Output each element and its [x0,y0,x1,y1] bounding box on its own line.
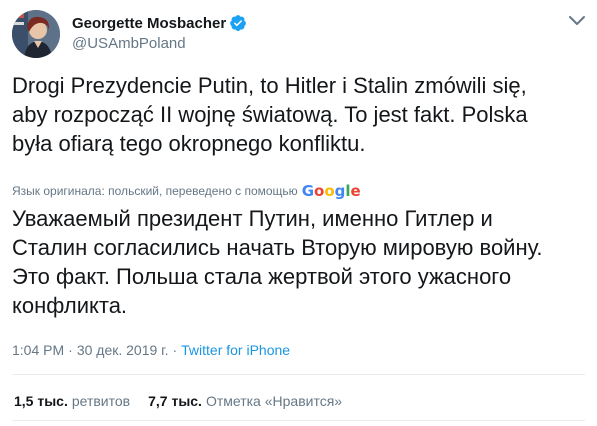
tweet-meta: 1:04 PM · 30 дек. 2019 г. · Twitter for … [12,342,290,358]
tweet-card: Georgette Mosbacher @USAmbPoland Drogi P… [0,0,597,426]
translated-text-line: Это факт. Польша стала жертвой этого ужа… [12,264,512,289]
verified-badge-icon [229,14,247,32]
divider [12,420,585,421]
author-names: Georgette Mosbacher @USAmbPoland [72,13,247,52]
tweet-source-link[interactable]: Twitter for iPhone [181,342,290,358]
tweet-text-line: Drogi Prezydencie Putin, to Hitler i Sta… [12,73,527,98]
translation-meta-label: Язык оригинала: польский, переведено с п… [12,184,298,198]
tweet-time[interactable]: 1:04 PM [12,342,64,358]
translated-text-line: Уважаемый президент Путин, именно Гитлер… [12,206,493,231]
author-handle[interactable]: @USAmbPoland [72,35,247,52]
display-name[interactable]: Georgette Mosbacher [72,15,226,32]
retweets-count: 1,5 тыс. [14,393,68,409]
tweet-text: Drogi Prezydencie Putin, to Hitler i Sta… [12,71,587,158]
likes-stat[interactable]: 7,7 тыс. Отметка «Нравится» [148,393,342,409]
likes-count: 7,7 тыс. [148,393,202,409]
retweets-label: ретвитов [71,393,131,409]
translated-text: Уважаемый президент Путин, именно Гитлер… [12,204,587,320]
translated-text-line: Сталин согласились начать Вторую мировую… [12,235,543,260]
meta-separator: · [68,342,73,358]
tweet-date[interactable]: 30 дек. 2019 г. [77,342,169,358]
avatar[interactable] [12,10,60,58]
tweet-header: Georgette Mosbacher @USAmbPoland [12,10,587,58]
tweet-stats: 1,5 тыс. ретвитов 7,7 тыс. Отметка «Нравит… [14,393,342,409]
tweet-text-line: była ofiarą tego okropnego konfliktu. [12,131,366,156]
likes-label: Отметка «Нравится» [205,393,343,409]
translation-meta: Язык оригинала: польский, переведено с п… [12,182,361,200]
display-name-row: Georgette Mosbacher [72,13,247,33]
meta-separator: · [172,342,178,358]
divider [12,374,585,375]
translated-text-line: конфликта. [12,293,128,318]
retweets-stat[interactable]: 1,5 тыс. ретвитов [14,393,130,409]
google-logo: Google [301,182,361,200]
chevron-down-icon[interactable] [567,14,587,28]
tweet-text-line: aby rozpocząć II wojnę światową. To jest… [12,102,528,127]
